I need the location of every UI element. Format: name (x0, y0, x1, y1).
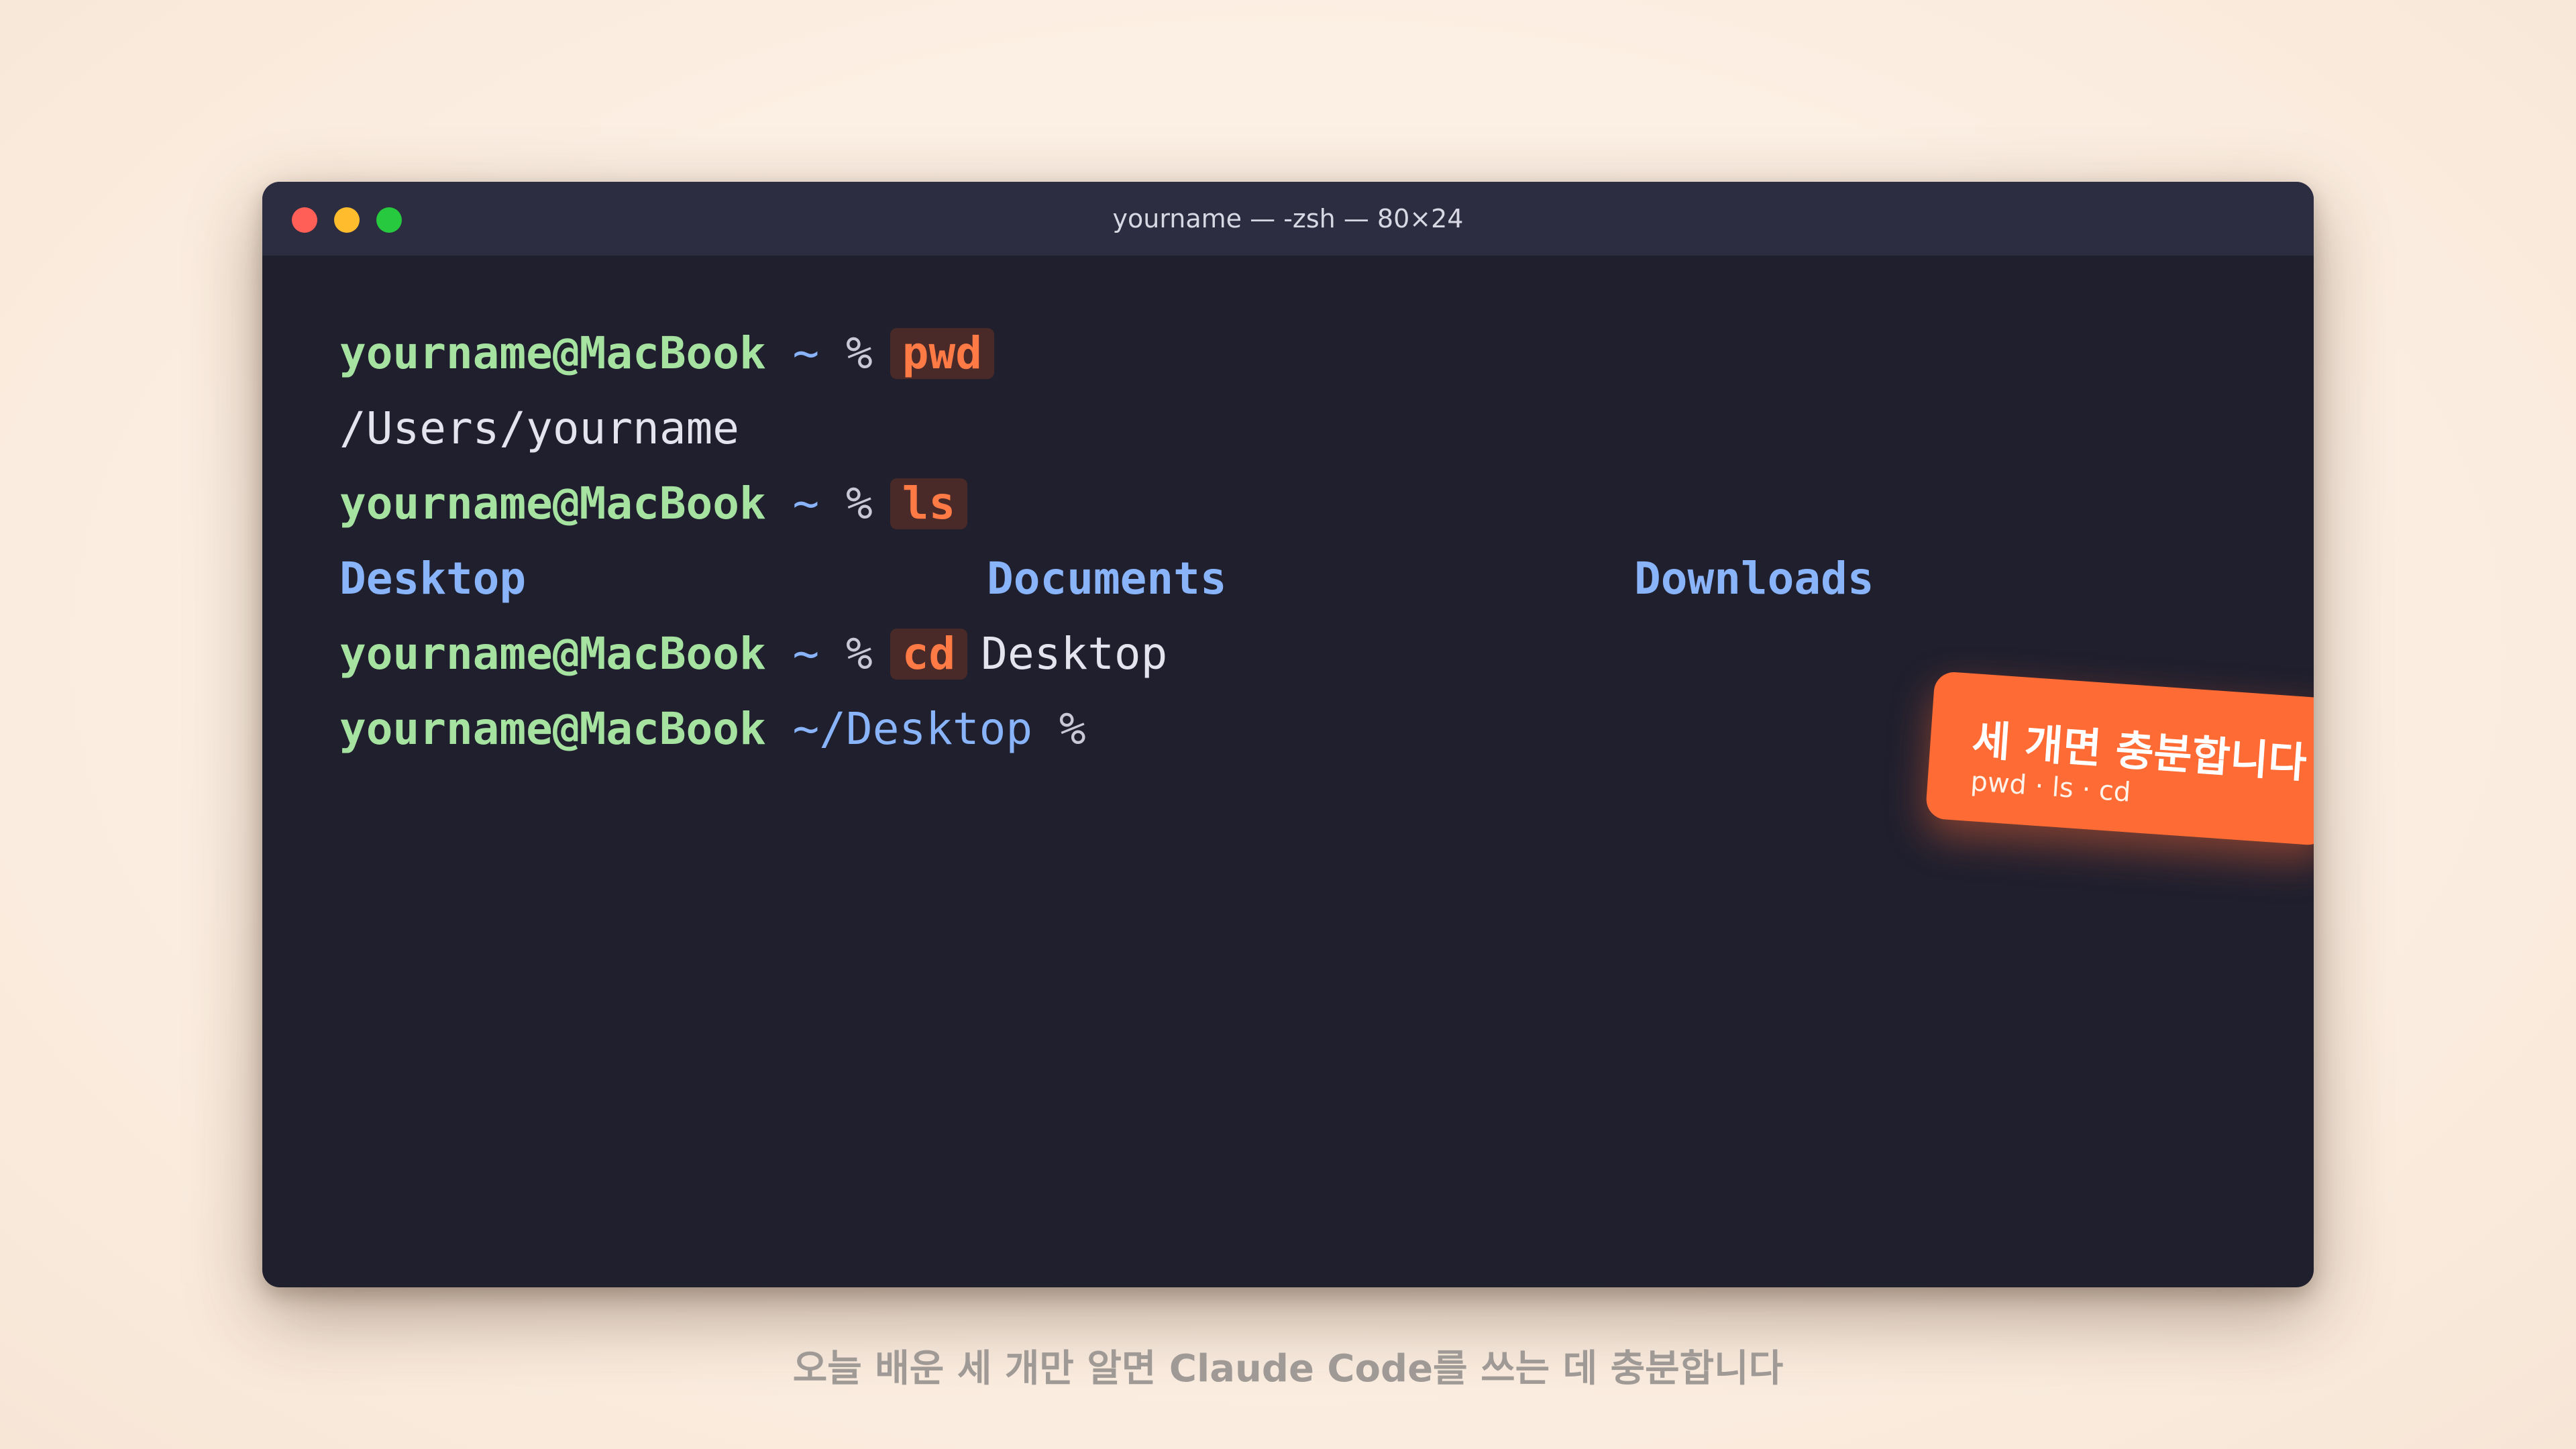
callout-badge: 세 개면 충분합니다 pwd · ls · cd (1925, 671, 2314, 847)
caption: 오늘 배운 세 개만 알면 Claude Code를 쓰는 데 충분합니다 (792, 1347, 1784, 1391)
callout-clip: 세 개면 충분합니다 pwd · ls · cd (0, 0, 2314, 1449)
